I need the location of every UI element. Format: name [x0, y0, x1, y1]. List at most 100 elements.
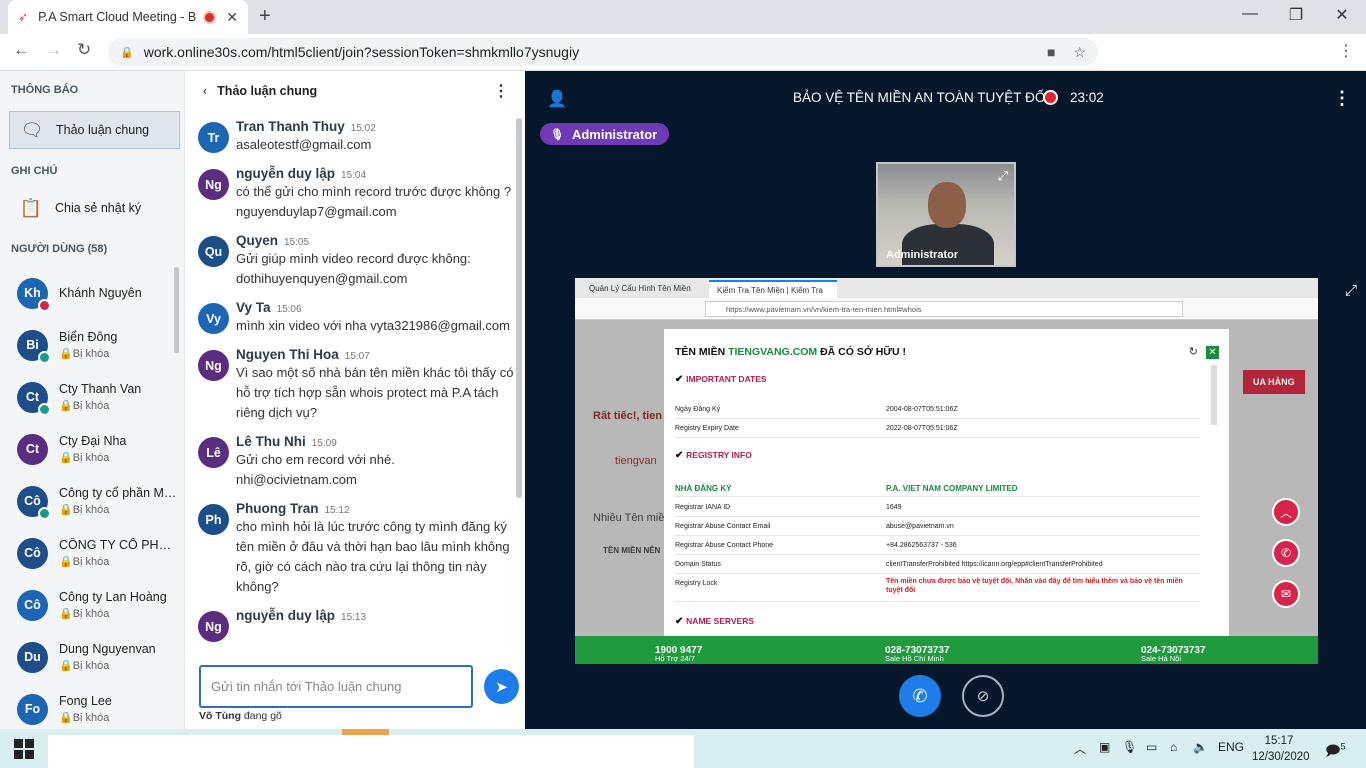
- chevron-up-icon[interactable]: ︿: [1074, 740, 1086, 757]
- lock-icon: 🔒: [59, 348, 73, 360]
- user-list-item[interactable]: Bi Biển Đông 🔒Bị khóa: [0, 319, 184, 371]
- message-time: 15:04: [341, 170, 367, 181]
- notification-center-icon[interactable]: 🗩5: [1325, 740, 1346, 764]
- user-list-item[interactable]: Ct Cty Đại Nha 🔒Bị khóa: [0, 423, 184, 475]
- user-list-item[interactable]: Ct Cty Thanh Van 🔒Bị khóa: [0, 371, 184, 423]
- user-list-item[interactable]: Cô Công ty cổ phần Mir… 🔒Bị khóa: [0, 475, 184, 527]
- reload-icon[interactable]: ↻: [77, 40, 91, 60]
- windows-icon[interactable]: [14, 739, 34, 759]
- avatar: Fo: [17, 693, 48, 725]
- record-icon[interactable]: [1043, 90, 1058, 105]
- tab-close-icon[interactable]: ✕: [226, 9, 238, 26]
- user-list-item[interactable]: Fo Fong Lee 🔒Bị khóa: [0, 683, 184, 729]
- back-arrow-icon[interactable]: ←: [13, 40, 30, 60]
- user-name: Dung Nguyenvan: [59, 642, 156, 656]
- avatar: Cô: [17, 589, 48, 621]
- user-list-item[interactable]: Cô Công ty Lan Hoàng 🔒Bị khóa: [0, 579, 184, 631]
- message-time: 15:07: [344, 351, 370, 362]
- message-time: 15:02: [350, 123, 376, 134]
- whois-modal: TÊN MIỀN TIENGVANG.COM ĐÃ CÓ SỞ HỮU ! ↻ …: [664, 329, 1229, 636]
- shared-notes-item[interactable]: 📋 Chia sẻ nhật ký: [9, 189, 180, 227]
- user-list-item[interactable]: Cô CÔNG TY CỔ PHẦN … 🔒Bị khóa: [0, 527, 184, 579]
- wifi-icon[interactable]: ⌂: [1170, 740, 1177, 754]
- expand-icon[interactable]: ⤢: [998, 168, 1008, 184]
- system-clock[interactable]: 15:17 12/30/2020: [1252, 733, 1310, 765]
- avatar: Ng: [198, 169, 229, 200]
- user-name: Khánh Nguyên: [59, 286, 142, 300]
- public-chat-item[interactable]: 🗨 Thảo luận chung: [9, 111, 180, 149]
- chat-panel: ‹ Thảo luận chung ⋮ Tr Tran Thanh Thuy 1…: [185, 71, 525, 729]
- address-bar[interactable]: 🔒 work.online30s.com/html5client/join?se…: [108, 38, 1098, 66]
- notes-section-title: GHI CHÚ: [11, 165, 58, 177]
- mic-tray-icon[interactable]: 🎙: [1122, 740, 1137, 754]
- chat-message-input[interactable]: Gửi tin nhắn tới Thảo luận chung: [199, 665, 473, 708]
- video-off-icon: ⊘: [976, 688, 990, 705]
- user-list-item[interactable]: Kh Khánh Nguyên: [0, 267, 184, 319]
- chat-support-icon: ✉: [1272, 580, 1300, 608]
- meeting-options-icon[interactable]: ⋮: [1333, 88, 1351, 109]
- network-device-icon[interactable]: ▣: [1099, 740, 1110, 754]
- chevron-left-icon[interactable]: ‹: [203, 84, 207, 98]
- meeting-title: BẢO VỆ TÊN MIỀN AN TOÀN TUYỆT ĐỐI: [793, 90, 1050, 105]
- lock-icon: 🔒: [59, 712, 73, 724]
- forward-arrow-icon[interactable]: →: [45, 40, 62, 60]
- shared-footer: Hỗ Trợ 24/7 1900 9477 Sale Hồ Chí Minh 0…: [575, 636, 1318, 664]
- windows-taskbar: ︿ ▣ 🎙 ▭ ⌂ 🔈 ENG 15:17 12/30/2020 🗩5: [0, 729, 1366, 768]
- avatar: Lê: [198, 437, 229, 468]
- battery-icon[interactable]: ▭: [1146, 740, 1157, 754]
- message-author: Tran Thanh Thuy: [236, 119, 345, 134]
- tab-recording-icon: [203, 10, 217, 24]
- lock-icon: 🔒: [59, 400, 73, 412]
- close-icon[interactable]: ✕: [1206, 346, 1219, 359]
- user-status-badge: [38, 506, 51, 520]
- shared-tab-2: Kiểm Tra Tên Miền | Kiểm Tra: [709, 280, 837, 298]
- minimize-icon[interactable]: —: [1240, 5, 1260, 23]
- avatar: Cô: [17, 485, 51, 520]
- user-list-item[interactable]: Du Dung Nguyenvan 🔒Bị khóa: [0, 631, 184, 683]
- star-icon[interactable]: ☆: [1073, 44, 1086, 61]
- leave-audio-button[interactable]: ✆: [899, 675, 941, 717]
- chat-message: Vy Vy Ta 15:06 mình xin video với nha vy…: [185, 300, 515, 336]
- presenter-badge: 🎙 Administrator: [540, 123, 670, 145]
- browser-menu-icon[interactable]: ⋮: [1338, 41, 1354, 61]
- left-nav-panel: THÔNG BÁO 🗨 Thảo luận chung GHI CHÚ 📋 Ch…: [0, 71, 185, 729]
- user-name: Công ty cổ phần Mir…: [59, 486, 177, 500]
- message-author: Nguyen Thi Hoa: [236, 347, 339, 362]
- message-text: Vì sao một số nhà bán tên miền khác tôi …: [236, 365, 514, 420]
- domain-protect-link: Tên miền chưa được bảo vệ tuyệt đối. Nhấ…: [886, 578, 1183, 594]
- avatar: Bi: [17, 329, 51, 364]
- user-status: 🔒Bị khóa: [59, 660, 110, 672]
- refresh-icon[interactable]: ↻: [1189, 345, 1198, 358]
- typing-indicator: Võ Tùng đang gõ: [199, 710, 282, 722]
- taskbar-search[interactable]: [48, 735, 694, 768]
- window-close-icon[interactable]: ✕: [1332, 5, 1352, 25]
- new-tab-icon[interactable]: +: [259, 5, 271, 28]
- lock-icon: 🔒: [59, 504, 73, 516]
- chat-scrollbar[interactable]: [516, 118, 522, 498]
- webcam-video[interactable]: Administrator ⤢: [876, 162, 1016, 267]
- send-button[interactable]: ➤: [484, 669, 519, 704]
- user-status: 🔒Bị khóa: [59, 504, 110, 516]
- user-status: 🔒Bị khóa: [59, 608, 110, 620]
- video-toggle-button[interactable]: ⊘: [962, 675, 1004, 717]
- language-indicator[interactable]: ENG: [1218, 740, 1244, 754]
- chat-message: Qu Quyen 15:05 Gửi giúp mình video recor…: [185, 233, 515, 289]
- notes-icon: 📋: [19, 197, 43, 218]
- whois-title: TÊN MIỀN TIENGVANG.COM ĐÃ CÓ SỞ HỮU !: [675, 346, 906, 358]
- maximize-icon[interactable]: ❐: [1286, 5, 1306, 25]
- chat-message: Ng nguyễn duy lập 15:04 có thể gửi cho m…: [185, 166, 515, 222]
- camera-blocked-icon[interactable]: ■: [1047, 44, 1055, 60]
- chat-options-icon[interactable]: ⋮: [493, 81, 509, 101]
- avatar: Cô: [17, 537, 48, 569]
- message-author: Lê Thu Nhi: [236, 434, 306, 449]
- user-list-scrollbar[interactable]: [174, 267, 179, 353]
- shared-url: https://www.pavietnam.vn/vn/kiem-tra-ten…: [705, 301, 1183, 317]
- fullscreen-icon[interactable]: ⤢: [1345, 282, 1357, 299]
- users-section-title: NGƯỜI DÙNG (58): [11, 243, 108, 255]
- user-status-badge: [38, 298, 51, 312]
- browser-tab[interactable]: ➶ P.A Smart Cloud Meeting - B ✕: [8, 0, 248, 34]
- volume-icon[interactable]: 🔈: [1193, 740, 1208, 754]
- message-list: Tr Tran Thanh Thuy 15:02 asaleotestf@gma…: [185, 119, 515, 664]
- message-time: 15:12: [324, 505, 350, 516]
- user-icon[interactable]: 👤: [547, 89, 567, 109]
